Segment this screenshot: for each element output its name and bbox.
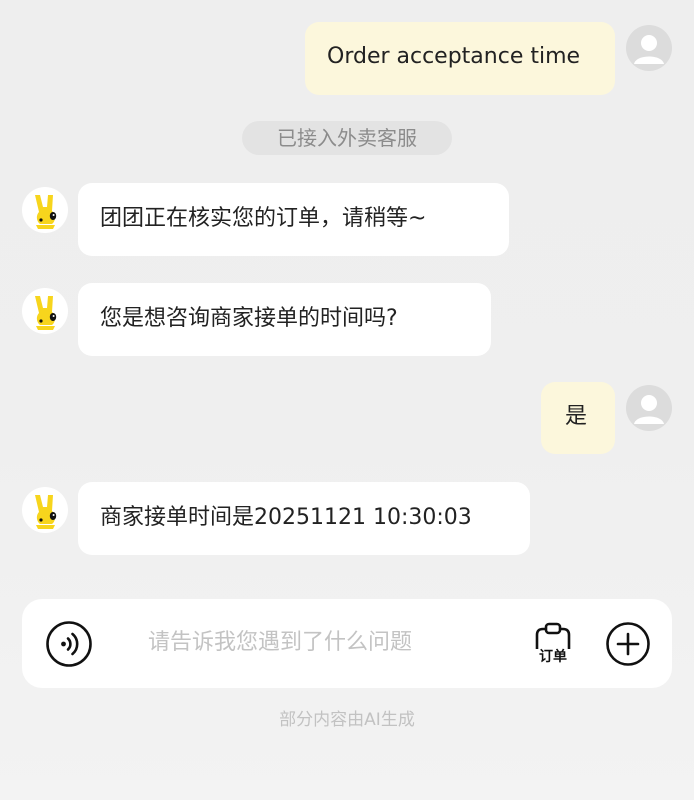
system-notice: 已接入外卖客服 xyxy=(242,121,452,155)
bot-avatar-icon[interactable] xyxy=(22,487,68,533)
system-notice-text: 已接入外卖客服 xyxy=(277,126,417,150)
chat-input-bar: 订单 xyxy=(22,599,672,688)
order-label: 订单 xyxy=(534,649,572,665)
bot-message-text: 您是想咨询商家接单的时间吗? xyxy=(100,306,398,331)
bot-message-bubble: 团团正在核实您的订单，请稍等~ xyxy=(78,183,509,256)
bot-message-text: 商家接单时间是20251121 10:30:03 xyxy=(100,505,472,530)
bot-avatar-icon[interactable] xyxy=(22,187,68,233)
message-input[interactable] xyxy=(148,626,528,658)
bot-message-text: 团团正在核实您的订单，请稍等~ xyxy=(100,206,427,231)
voice-input-icon[interactable] xyxy=(45,620,93,668)
user-avatar-icon[interactable] xyxy=(626,25,672,71)
user-message-text: 是 xyxy=(565,404,588,429)
order-button[interactable]: 订单 xyxy=(528,621,578,671)
ai-disclaimer: 部分内容由AI生成 xyxy=(279,710,415,730)
bot-message-bubble: 商家接单时间是20251121 10:30:03 xyxy=(78,482,530,555)
user-message-bubble: 是 xyxy=(541,382,615,454)
user-message-text: Order acceptance time xyxy=(327,44,581,69)
plus-circle-icon[interactable] xyxy=(605,621,651,667)
bot-message-bubble: 您是想咨询商家接单的时间吗? xyxy=(78,283,491,356)
bot-avatar-icon[interactable] xyxy=(22,288,68,334)
user-avatar-icon[interactable] xyxy=(626,385,672,431)
user-message-bubble: Order acceptance time xyxy=(305,22,615,95)
